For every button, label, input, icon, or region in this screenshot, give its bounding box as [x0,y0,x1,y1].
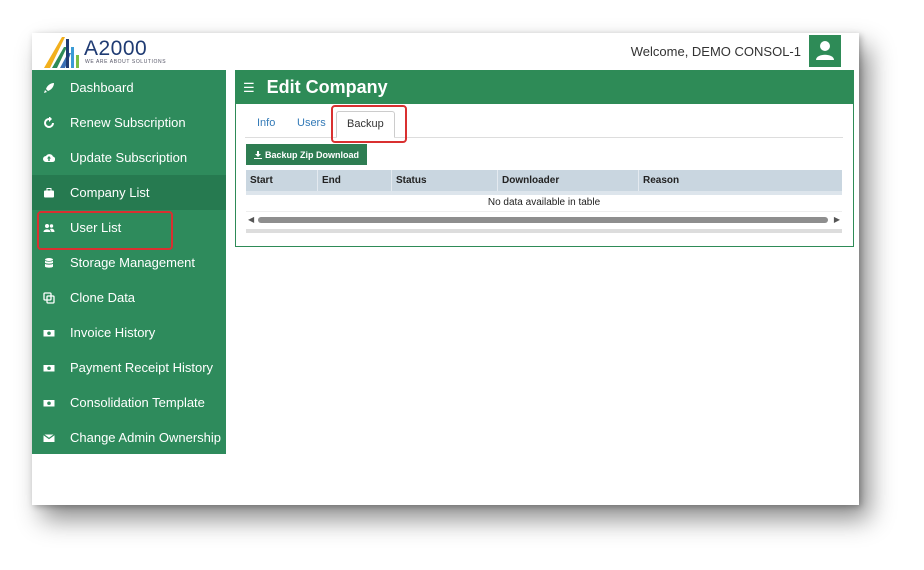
tab-bar: Info Users Backup [245,111,843,138]
column-header-end[interactable]: End [318,170,392,191]
sidebar-item-label: User List [70,220,122,235]
edit-company-panel: ☰ Edit Company Info Users Backup Backup … [235,70,854,247]
column-header-start[interactable]: Start [246,170,318,191]
column-header-reason[interactable]: Reason [639,170,842,191]
column-header-status[interactable]: Status [392,170,498,191]
user-icon [816,41,834,60]
sidebar-item-label: Renew Subscription [70,115,186,130]
money-icon [42,396,56,410]
panel-header: ☰ Edit Company [236,71,853,104]
database-icon [42,256,56,270]
table-footer-bar [246,229,842,233]
sidebar: Dashboard Renew Subscription Update Subs… [32,70,226,454]
briefcase-icon [42,186,56,200]
sidebar-item-label: Change Admin Ownership [70,430,222,445]
logo-text: A2000 [84,37,148,60]
sidebar-item-label: Clone Data [70,290,136,305]
users-icon [42,221,56,235]
money-icon [42,361,56,375]
clone-icon [42,291,56,305]
sidebar-item-company-list[interactable]: Company List [32,175,226,210]
rocket-icon [42,81,56,95]
tab-info[interactable]: Info [247,111,285,135]
sidebar-item-label: Company List [70,185,150,200]
cloud-upload-icon [42,151,56,165]
sidebar-item-label: Consolidation Template [70,395,205,410]
column-header-downloader[interactable]: Downloader [498,170,639,191]
logo-mark-icon [44,37,79,68]
money-icon [42,326,56,340]
sidebar-item-label: Storage Management [70,255,196,270]
refresh-icon [42,116,56,130]
sidebar-item-renew-subscription[interactable]: Renew Subscription [32,105,226,140]
sidebar-item-label: Invoice History [70,325,156,340]
sidebar-item-label: Update Subscription [70,150,188,165]
sidebar-item-storage-management[interactable]: Storage Management [32,245,226,280]
backup-table: Start End Status Downloader Reason No da… [246,170,842,233]
sidebar-item-clone-data[interactable]: Clone Data [32,280,226,315]
sidebar-item-change-admin-ownership[interactable]: Change Admin Ownership [32,420,226,455]
scroll-left-icon[interactable]: ◀ [248,214,254,226]
welcome-text: Welcome, DEMO CONSOL-1 [630,44,801,59]
top-bar: A2000 WE ARE ABOUT SOLUTIONS Welcome, DE… [32,33,859,70]
app-window: A2000 WE ARE ABOUT SOLUTIONS Welcome, DE… [32,33,859,505]
scrollbar-thumb[interactable] [258,217,828,223]
tab-users[interactable]: Users [287,111,336,135]
table-empty-message: No data available in table [246,195,842,212]
hamburger-menu-icon[interactable]: ☰ [243,80,255,96]
horizontal-scrollbar[interactable]: ◀ ▶ [246,214,842,226]
user-avatar-button[interactable] [809,35,841,67]
sidebar-item-label: Dashboard [70,80,134,95]
download-button-label: Backup Zip Download [265,149,360,160]
sidebar-item-label: Payment Receipt History [70,360,214,375]
download-icon [254,150,262,159]
tab-backup[interactable]: Backup [336,111,395,138]
scroll-right-icon[interactable]: ▶ [834,214,840,226]
sidebar-item-payment-receipt-history[interactable]: Payment Receipt History [32,350,226,385]
logo[interactable]: A2000 WE ARE ABOUT SOLUTIONS [42,35,202,69]
sidebar-item-dashboard[interactable]: Dashboard [32,70,226,105]
page-title: Edit Company [266,77,388,97]
table-header: Start End Status Downloader Reason [246,170,842,191]
sidebar-item-update-subscription[interactable]: Update Subscription [32,140,226,175]
envelope-icon [42,431,56,445]
sidebar-item-consolidation-template[interactable]: Consolidation Template [32,385,226,420]
sidebar-item-invoice-history[interactable]: Invoice History [32,315,226,350]
backup-zip-download-button[interactable]: Backup Zip Download [246,144,368,165]
sidebar-item-user-list[interactable]: User List [32,210,226,245]
logo-tagline: WE ARE ABOUT SOLUTIONS [85,59,167,65]
